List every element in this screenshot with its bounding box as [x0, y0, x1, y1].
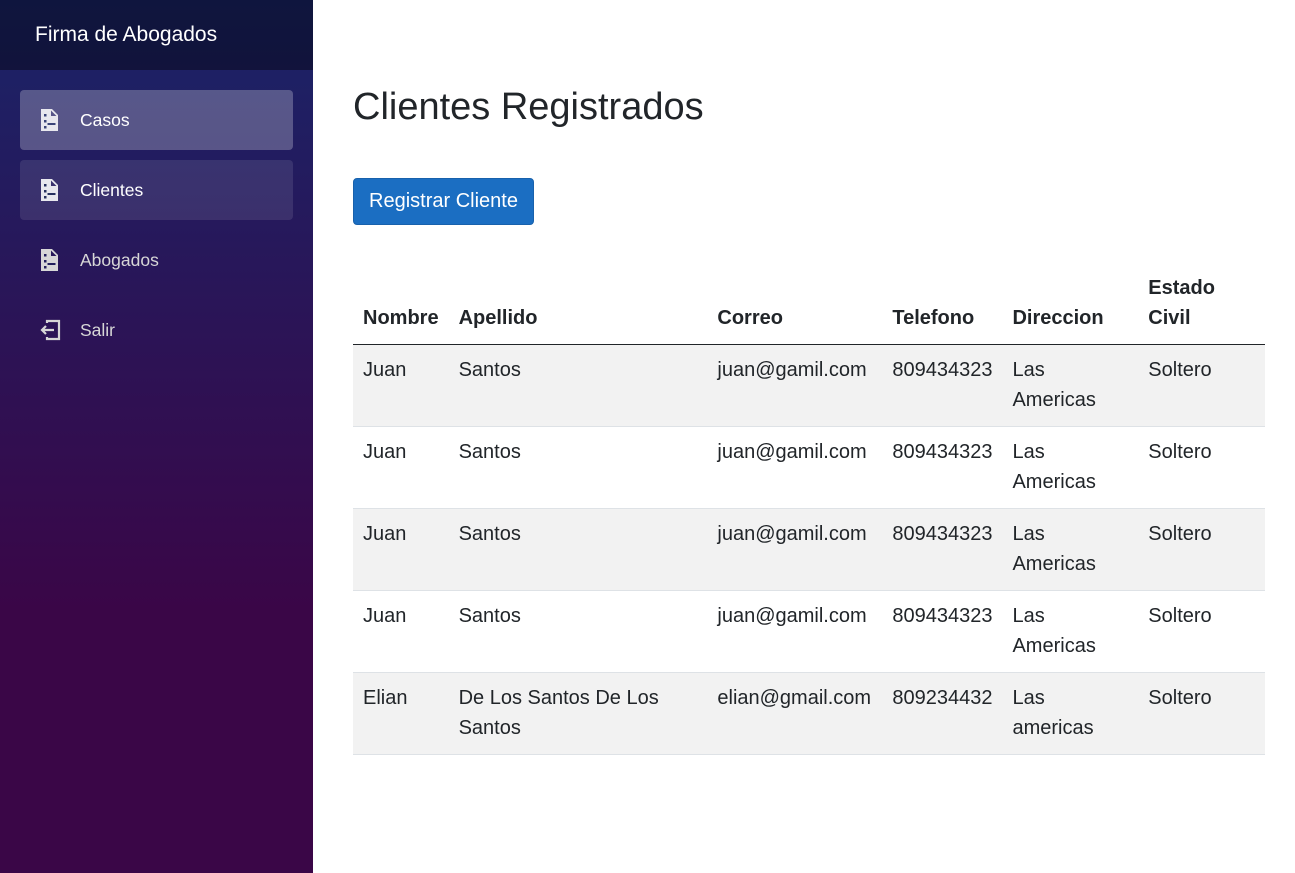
cell-telefono: 809434323	[882, 508, 1003, 591]
sidebar-item-casos[interactable]: Casos	[20, 90, 293, 150]
cell-estado-civil: Soltero	[1138, 344, 1265, 427]
sidebar-item-label: Clientes	[80, 179, 144, 200]
cell-estado-civil: Soltero	[1138, 508, 1265, 591]
cell-nombre: Elian	[353, 672, 449, 755]
column-header-estado-civil: Estado Civil	[1138, 273, 1265, 345]
cell-apellido: De Los Santos De Los Santos	[448, 672, 708, 755]
brand-title[interactable]: Firma de Abogados	[0, 0, 313, 70]
register-client-button[interactable]: Registrar Cliente	[353, 178, 534, 225]
document-icon	[38, 108, 62, 132]
column-header-correo: Correo	[707, 273, 883, 345]
column-header-nombre: Nombre	[353, 273, 449, 345]
cell-direccion: Las americas	[1002, 672, 1139, 755]
sidebar-item-clientes[interactable]: Clientes	[20, 160, 293, 220]
table-row: Juan Santos juan@gamil.com 809434323 Las…	[353, 426, 1265, 509]
cell-direccion: Las Americas	[1002, 508, 1139, 591]
table-row: Juan Santos juan@gamil.com 809434323 Las…	[353, 508, 1265, 591]
cell-nombre: Juan	[353, 426, 449, 509]
cell-apellido: Santos	[448, 508, 708, 591]
cell-direccion: Las Americas	[1002, 426, 1139, 509]
cell-nombre: Juan	[353, 590, 449, 673]
document-icon	[38, 178, 62, 202]
cell-telefono: 809234432	[882, 672, 1003, 755]
clients-table: Nombre Apellido Correo Telefono Direccio…	[353, 273, 1265, 755]
table-header-row: Nombre Apellido Correo Telefono Direccio…	[353, 273, 1265, 345]
table-row: Elian De Los Santos De Los Santos elian@…	[353, 672, 1265, 755]
sidebar-item-label: Salir	[80, 319, 116, 340]
cell-correo: juan@gamil.com	[707, 508, 883, 591]
cell-nombre: Juan	[353, 508, 449, 591]
cell-correo: elian@gmail.com	[707, 672, 883, 755]
cell-telefono: 809434323	[882, 344, 1003, 427]
table-row: Juan Santos juan@gamil.com 809434323 Las…	[353, 344, 1265, 427]
sidebar-nav: Casos Clientes Abogados Salir	[0, 70, 313, 360]
cell-apellido: Santos	[448, 426, 708, 509]
sidebar-item-abogados[interactable]: Abogados	[20, 230, 293, 290]
sidebar-item-salir[interactable]: Salir	[20, 300, 293, 360]
sign-out-icon	[38, 318, 62, 342]
column-header-telefono: Telefono	[882, 273, 1003, 345]
cell-estado-civil: Soltero	[1138, 426, 1265, 509]
column-header-apellido: Apellido	[448, 273, 708, 345]
cell-estado-civil: Soltero	[1138, 672, 1265, 755]
cell-direccion: Las Americas	[1002, 590, 1139, 673]
cell-nombre: Juan	[353, 344, 449, 427]
cell-apellido: Santos	[448, 590, 708, 673]
cell-correo: juan@gamil.com	[707, 426, 883, 509]
sidebar-item-label: Casos	[80, 109, 130, 130]
cell-correo: juan@gamil.com	[707, 590, 883, 673]
cell-telefono: 809434323	[882, 426, 1003, 509]
cell-apellido: Santos	[448, 344, 708, 427]
cell-telefono: 809434323	[882, 590, 1003, 673]
cell-direccion: Las Americas	[1002, 344, 1139, 427]
cell-correo: juan@gamil.com	[707, 344, 883, 427]
main-content: Clientes Registrados Registrar Cliente N…	[353, 0, 1265, 755]
sidebar-item-label: Abogados	[80, 249, 159, 270]
sidebar: Firma de Abogados Casos Clientes Abogado…	[0, 0, 313, 873]
cell-estado-civil: Soltero	[1138, 590, 1265, 673]
document-icon	[38, 248, 62, 272]
column-header-direccion: Direccion	[1002, 273, 1139, 345]
table-row: Juan Santos juan@gamil.com 809434323 Las…	[353, 590, 1265, 673]
page-title: Clientes Registrados	[353, 86, 704, 128]
